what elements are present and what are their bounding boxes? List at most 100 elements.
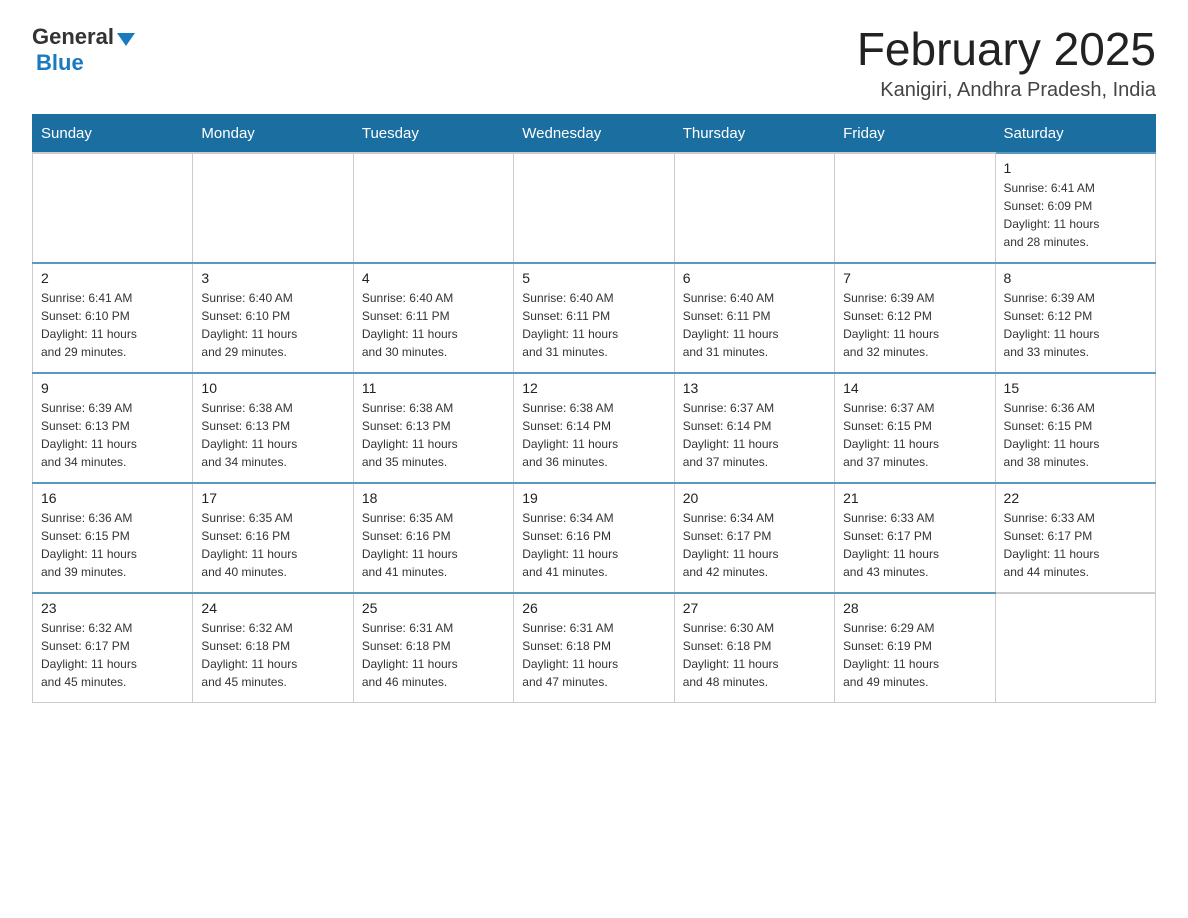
title-section: February 2025 Kanigiri, Andhra Pradesh, … bbox=[857, 24, 1156, 102]
logo-blue-text: Blue bbox=[36, 50, 84, 75]
day-number-16: 16 bbox=[41, 490, 184, 506]
day-number-1: 1 bbox=[1004, 160, 1147, 176]
day-info-9: Sunrise: 6:39 AM Sunset: 6:13 PM Dayligh… bbox=[41, 399, 184, 471]
calendar-header-row: SundayMondayTuesdayWednesdayThursdayFrid… bbox=[33, 114, 1156, 153]
week-row-1: 1 Sunrise: 6:41 AM Sunset: 6:09 PM Daylig… bbox=[33, 153, 1156, 263]
day-cell-24: 24 Sunrise: 6:32 AM Sunset: 6:18 PM Dayli… bbox=[193, 593, 353, 703]
day-info-25: Sunrise: 6:31 AM Sunset: 6:18 PM Dayligh… bbox=[362, 619, 505, 691]
day-cell-15: 15 Sunrise: 6:36 AM Sunset: 6:15 PM Dayli… bbox=[995, 373, 1155, 483]
day-number-4: 4 bbox=[362, 270, 505, 286]
day-cell-25: 25 Sunrise: 6:31 AM Sunset: 6:18 PM Dayli… bbox=[353, 593, 513, 703]
day-info-3: Sunrise: 6:40 AM Sunset: 6:10 PM Dayligh… bbox=[201, 289, 344, 361]
day-cell-19: 19 Sunrise: 6:34 AM Sunset: 6:16 PM Dayli… bbox=[514, 483, 674, 593]
calendar-table: SundayMondayTuesdayWednesdayThursdayFrid… bbox=[32, 114, 1156, 704]
day-info-15: Sunrise: 6:36 AM Sunset: 6:15 PM Dayligh… bbox=[1004, 399, 1147, 471]
empty-cell bbox=[995, 593, 1155, 703]
day-cell-27: 27Sunrise: 6:30 AM Sunset: 6:18 PM Dayli… bbox=[674, 593, 834, 703]
day-info-13: Sunrise: 6:37 AM Sunset: 6:14 PM Dayligh… bbox=[683, 399, 826, 471]
logo-general-text: General bbox=[32, 24, 114, 50]
day-cell-11: 11 Sunrise: 6:38 AM Sunset: 6:13 PM Dayli… bbox=[353, 373, 513, 483]
empty-cell bbox=[835, 153, 995, 263]
col-header-thursday: Thursday bbox=[674, 114, 834, 153]
day-cell-9: 9Sunrise: 6:39 AM Sunset: 6:13 PM Daylig… bbox=[33, 373, 193, 483]
day-cell-17: 17 Sunrise: 6:35 AM Sunset: 6:16 PM Dayli… bbox=[193, 483, 353, 593]
logo: General Blue bbox=[32, 24, 135, 76]
day-number-13: 13 bbox=[683, 380, 826, 396]
day-cell-26: 26Sunrise: 6:31 AM Sunset: 6:18 PM Dayli… bbox=[514, 593, 674, 703]
day-number-11: 11 bbox=[362, 380, 505, 396]
day-info-23: Sunrise: 6:32 AM Sunset: 6:17 PM Dayligh… bbox=[41, 619, 184, 691]
day-info-1: Sunrise: 6:41 AM Sunset: 6:09 PM Dayligh… bbox=[1004, 179, 1147, 251]
day-info-4: Sunrise: 6:40 AM Sunset: 6:11 PM Dayligh… bbox=[362, 289, 505, 361]
location-text: Kanigiri, Andhra Pradesh, India bbox=[857, 79, 1156, 102]
col-header-wednesday: Wednesday bbox=[514, 114, 674, 153]
day-info-28: Sunrise: 6:29 AM Sunset: 6:19 PM Dayligh… bbox=[843, 619, 986, 691]
day-info-26: Sunrise: 6:31 AM Sunset: 6:18 PM Dayligh… bbox=[522, 619, 665, 691]
logo-triangle-icon bbox=[117, 33, 135, 46]
day-info-7: Sunrise: 6:39 AM Sunset: 6:12 PM Dayligh… bbox=[843, 289, 986, 361]
day-number-17: 17 bbox=[201, 490, 344, 506]
day-number-10: 10 bbox=[201, 380, 344, 396]
day-number-3: 3 bbox=[201, 270, 344, 286]
day-info-16: Sunrise: 6:36 AM Sunset: 6:15 PM Dayligh… bbox=[41, 509, 184, 581]
col-header-saturday: Saturday bbox=[995, 114, 1155, 153]
day-number-8: 8 bbox=[1004, 270, 1147, 286]
empty-cell bbox=[353, 153, 513, 263]
day-number-28: 28 bbox=[843, 600, 986, 616]
col-header-sunday: Sunday bbox=[33, 114, 193, 153]
day-info-20: Sunrise: 6:34 AM Sunset: 6:17 PM Dayligh… bbox=[683, 509, 826, 581]
day-cell-5: 5 Sunrise: 6:40 AM Sunset: 6:11 PM Daylig… bbox=[514, 263, 674, 373]
day-cell-6: 6 Sunrise: 6:40 AM Sunset: 6:11 PM Daylig… bbox=[674, 263, 834, 373]
col-header-tuesday: Tuesday bbox=[353, 114, 513, 153]
day-number-7: 7 bbox=[843, 270, 986, 286]
day-info-24: Sunrise: 6:32 AM Sunset: 6:18 PM Dayligh… bbox=[201, 619, 344, 691]
day-info-22: Sunrise: 6:33 AM Sunset: 6:17 PM Dayligh… bbox=[1004, 509, 1147, 581]
col-header-friday: Friday bbox=[835, 114, 995, 153]
day-cell-7: 7 Sunrise: 6:39 AM Sunset: 6:12 PM Daylig… bbox=[835, 263, 995, 373]
day-cell-3: 3 Sunrise: 6:40 AM Sunset: 6:10 PM Daylig… bbox=[193, 263, 353, 373]
day-number-21: 21 bbox=[843, 490, 986, 506]
day-cell-14: 14Sunrise: 6:37 AM Sunset: 6:15 PM Dayli… bbox=[835, 373, 995, 483]
day-cell-4: 4 Sunrise: 6:40 AM Sunset: 6:11 PM Daylig… bbox=[353, 263, 513, 373]
day-cell-16: 16 Sunrise: 6:36 AM Sunset: 6:15 PM Dayli… bbox=[33, 483, 193, 593]
day-number-18: 18 bbox=[362, 490, 505, 506]
day-info-5: Sunrise: 6:40 AM Sunset: 6:11 PM Dayligh… bbox=[522, 289, 665, 361]
day-number-5: 5 bbox=[522, 270, 665, 286]
day-cell-18: 18 Sunrise: 6:35 AM Sunset: 6:16 PM Dayli… bbox=[353, 483, 513, 593]
day-cell-8: 8 Sunrise: 6:39 AM Sunset: 6:12 PM Daylig… bbox=[995, 263, 1155, 373]
day-number-15: 15 bbox=[1004, 380, 1147, 396]
day-info-2: Sunrise: 6:41 AM Sunset: 6:10 PM Dayligh… bbox=[41, 289, 184, 361]
day-cell-2: 2Sunrise: 6:41 AM Sunset: 6:10 PM Daylig… bbox=[33, 263, 193, 373]
week-row-5: 23 Sunrise: 6:32 AM Sunset: 6:17 PM Dayli… bbox=[33, 593, 1156, 703]
day-info-6: Sunrise: 6:40 AM Sunset: 6:11 PM Dayligh… bbox=[683, 289, 826, 361]
day-number-23: 23 bbox=[41, 600, 184, 616]
day-number-25: 25 bbox=[362, 600, 505, 616]
empty-cell bbox=[674, 153, 834, 263]
day-info-19: Sunrise: 6:34 AM Sunset: 6:16 PM Dayligh… bbox=[522, 509, 665, 581]
week-row-3: 9Sunrise: 6:39 AM Sunset: 6:13 PM Daylig… bbox=[33, 373, 1156, 483]
day-info-17: Sunrise: 6:35 AM Sunset: 6:16 PM Dayligh… bbox=[201, 509, 344, 581]
day-cell-22: 22 Sunrise: 6:33 AM Sunset: 6:17 PM Dayli… bbox=[995, 483, 1155, 593]
month-title: February 2025 bbox=[857, 24, 1156, 75]
day-cell-23: 23 Sunrise: 6:32 AM Sunset: 6:17 PM Dayli… bbox=[33, 593, 193, 703]
day-number-12: 12 bbox=[522, 380, 665, 396]
day-number-27: 27 bbox=[683, 600, 826, 616]
day-number-22: 22 bbox=[1004, 490, 1147, 506]
day-number-19: 19 bbox=[522, 490, 665, 506]
day-info-10: Sunrise: 6:38 AM Sunset: 6:13 PM Dayligh… bbox=[201, 399, 344, 471]
day-info-21: Sunrise: 6:33 AM Sunset: 6:17 PM Dayligh… bbox=[843, 509, 986, 581]
day-info-12: Sunrise: 6:38 AM Sunset: 6:14 PM Dayligh… bbox=[522, 399, 665, 471]
day-cell-12: 12 Sunrise: 6:38 AM Sunset: 6:14 PM Dayli… bbox=[514, 373, 674, 483]
day-info-8: Sunrise: 6:39 AM Sunset: 6:12 PM Dayligh… bbox=[1004, 289, 1147, 361]
day-cell-28: 28 Sunrise: 6:29 AM Sunset: 6:19 PM Dayli… bbox=[835, 593, 995, 703]
day-number-6: 6 bbox=[683, 270, 826, 286]
day-number-20: 20 bbox=[683, 490, 826, 506]
day-info-11: Sunrise: 6:38 AM Sunset: 6:13 PM Dayligh… bbox=[362, 399, 505, 471]
day-info-14: Sunrise: 6:37 AM Sunset: 6:15 PM Dayligh… bbox=[843, 399, 986, 471]
empty-cell bbox=[33, 153, 193, 263]
day-number-24: 24 bbox=[201, 600, 344, 616]
day-cell-13: 13 Sunrise: 6:37 AM Sunset: 6:14 PM Dayli… bbox=[674, 373, 834, 483]
day-cell-10: 10 Sunrise: 6:38 AM Sunset: 6:13 PM Dayli… bbox=[193, 373, 353, 483]
day-info-18: Sunrise: 6:35 AM Sunset: 6:16 PM Dayligh… bbox=[362, 509, 505, 581]
day-cell-20: 20 Sunrise: 6:34 AM Sunset: 6:17 PM Dayli… bbox=[674, 483, 834, 593]
